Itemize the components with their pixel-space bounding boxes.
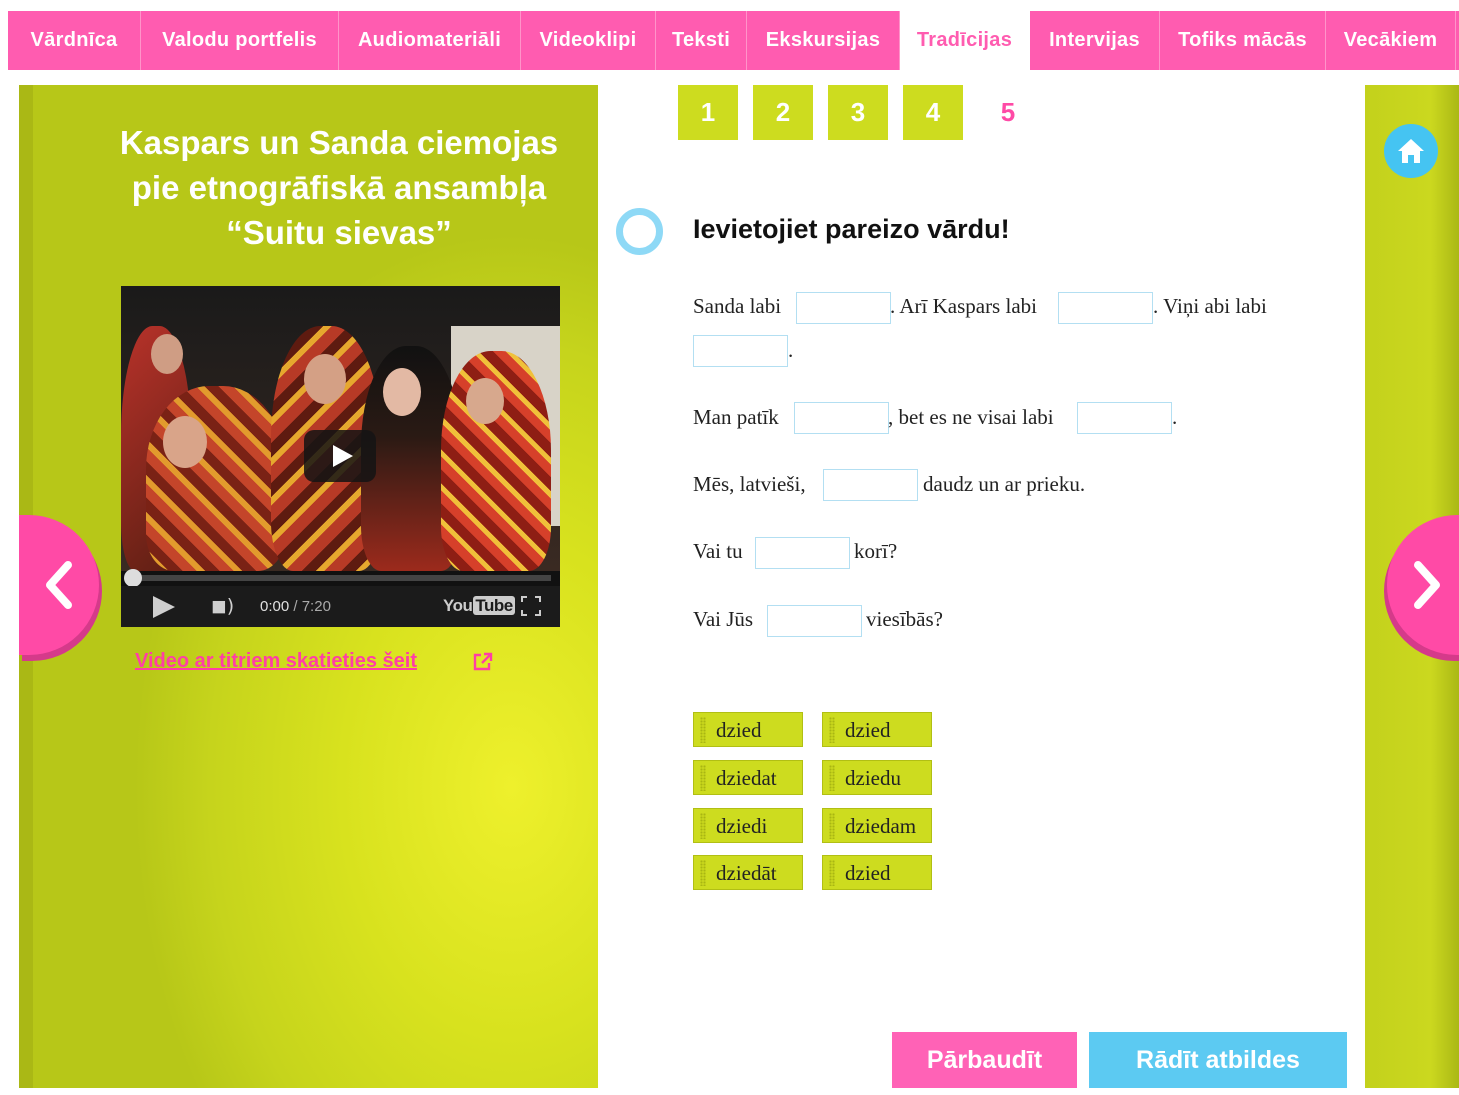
tab-tradicijas[interactable]: Tradīcijas xyxy=(900,11,1030,70)
word-chip[interactable]: dziedāt xyxy=(693,855,803,890)
word-chip[interactable]: dzied xyxy=(693,712,803,747)
word-chip[interactable]: dziedu xyxy=(822,760,932,795)
blank-8[interactable] xyxy=(767,605,862,637)
video-time-total: 7:20 xyxy=(301,598,331,615)
home-icon xyxy=(1398,139,1424,163)
sentence-2-part-b: , bet es ne visai labi xyxy=(888,405,1054,429)
tab-vardnica[interactable]: Vārdnīca xyxy=(8,11,141,70)
youtube-logo-tube: Tube xyxy=(473,596,515,615)
sentence-1-part-a: Sanda labi xyxy=(693,294,782,318)
word-chip[interactable]: dzied xyxy=(822,855,932,890)
play-icon[interactable] xyxy=(153,596,175,618)
word-chip[interactable]: dziedi xyxy=(693,808,803,843)
external-link-icon[interactable] xyxy=(473,652,493,671)
exercise-status-ring xyxy=(616,208,663,255)
video-panel: Kaspars un Sanda ciemojas pie etnogrāfis… xyxy=(19,85,598,1088)
volume-icon[interactable]: ◼) xyxy=(211,595,234,617)
sentence-2-part-c: . xyxy=(1172,405,1178,429)
blank-4[interactable] xyxy=(794,402,889,434)
chevron-right-icon xyxy=(1414,561,1440,609)
tab-tofiks-macas[interactable]: Tofiks mācās xyxy=(1160,11,1326,70)
blank-3[interactable] xyxy=(693,335,788,367)
video-thumbnail xyxy=(121,286,560,571)
panel-title: Kaspars un Sanda ciemojas pie etnogrāfis… xyxy=(79,120,599,255)
subtitled-video-link[interactable]: Video ar titriem skatieties šeit xyxy=(135,650,417,673)
tab-videoklipi[interactable]: Videoklipi xyxy=(521,11,656,70)
sentence-3-part-a: Mēs, latvieši, xyxy=(693,472,806,496)
blank-2[interactable] xyxy=(1058,292,1153,324)
sentence-3-part-b: daudz un ar prieku. xyxy=(923,472,1086,496)
sentence-5-part-b: viesībās? xyxy=(866,607,943,631)
video-progress-knob[interactable] xyxy=(124,569,142,587)
sentence-2-part-a: Man patīk xyxy=(693,405,779,429)
word-chip[interactable]: dziedat xyxy=(693,760,803,795)
tab-valodu-portfelis[interactable]: Valodu portfelis xyxy=(141,11,339,70)
blank-5[interactable] xyxy=(1077,402,1172,434)
page-5-current: 5 xyxy=(1000,97,1016,127)
sentence-1-part-c: . Viņi abi labi xyxy=(1153,294,1267,318)
panel-title-line-2: pie etnogrāfiskā ansambļa xyxy=(131,169,547,206)
chevron-left-icon xyxy=(46,561,72,609)
top-navigation: Vārdnīca Valodu portfelis Audiomateriāli… xyxy=(8,11,1459,70)
blank-7[interactable] xyxy=(755,537,850,569)
sentence-1-part-d: . xyxy=(788,338,794,362)
page-4-button[interactable]: 4 xyxy=(903,85,963,140)
word-chip[interactable]: dziedam xyxy=(822,808,932,843)
video-time-separator: / xyxy=(289,598,302,615)
tab-intervijas[interactable]: Intervijas xyxy=(1030,11,1160,70)
video-play-overlay-button[interactable] xyxy=(304,430,376,482)
home-button[interactable] xyxy=(1384,124,1438,178)
blank-6[interactable] xyxy=(823,469,918,501)
video-progress-bar[interactable] xyxy=(133,575,551,581)
tab-audiomateriali[interactable]: Audiomateriāli xyxy=(339,11,521,70)
page-2-button[interactable]: 2 xyxy=(753,85,813,140)
video-time-current: 0:00 xyxy=(260,598,290,615)
video-time: 0:00 / 7:20 xyxy=(260,598,331,615)
tab-ekskursijas[interactable]: Ekskursijas xyxy=(747,11,900,70)
youtube-logo-you: You xyxy=(443,596,473,615)
video-controls: ◼) 0:00 / 7:20 You Tube xyxy=(121,586,560,627)
video-player[interactable]: ◼) 0:00 / 7:20 You Tube xyxy=(121,286,560,627)
youtube-logo[interactable]: You Tube xyxy=(443,596,515,616)
page-1-button[interactable]: 1 xyxy=(678,85,738,140)
tab-teksti[interactable]: Teksti xyxy=(656,11,747,70)
word-chip[interactable]: dzied xyxy=(822,712,932,747)
exercise-pagination: 1 2 3 4 5 xyxy=(678,85,1053,140)
sentence-4-part-a: Vai tu xyxy=(693,539,743,563)
fullscreen-icon[interactable] xyxy=(521,596,541,616)
panel-title-line-1: Kaspars un Sanda ciemojas xyxy=(119,124,559,161)
exercise-instruction: Ievietojiet pareizo vārdu! xyxy=(693,214,1010,244)
check-button[interactable]: Pārbaudīt xyxy=(892,1032,1077,1088)
page-3-button[interactable]: 3 xyxy=(828,85,888,140)
sentence-4-part-b: korī? xyxy=(854,539,898,563)
panel-title-line-3: “Suitu sievas” xyxy=(226,214,452,251)
show-answers-button[interactable]: Rādīt atbildes xyxy=(1089,1032,1347,1088)
sentence-5-part-a: Vai Jūs xyxy=(693,607,754,631)
sentence-1-part-b: . Arī Kaspars labi xyxy=(890,294,1037,318)
blank-1[interactable] xyxy=(796,292,891,324)
tab-vecakiem[interactable]: Vecākiem xyxy=(1326,11,1456,70)
